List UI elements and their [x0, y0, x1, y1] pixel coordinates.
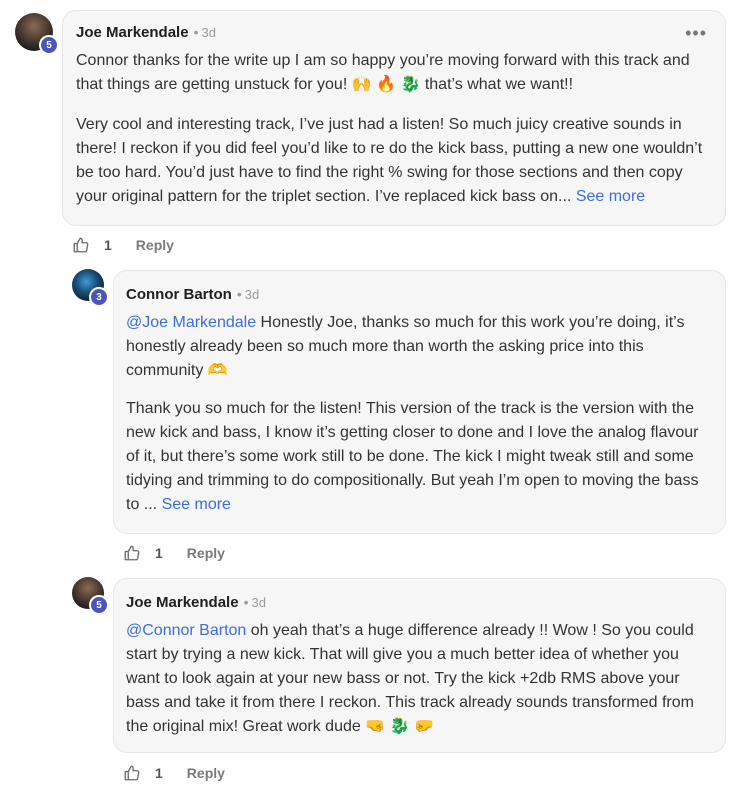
comment-bubble: Joe Markendale • 3d ••• Connor thanks fo… — [62, 10, 726, 226]
comment-bubble: Connor Barton • 3d @Joe Markendale Hones… — [113, 270, 726, 534]
comment-bubble: Joe Markendale • 3d @Connor Barton oh ye… — [113, 578, 726, 753]
level-badge: 5 — [89, 595, 109, 615]
like-count: 1 — [155, 765, 163, 781]
author-name[interactable]: Connor Barton — [126, 286, 232, 303]
comment-text: @Joe Markendale Honestly Joe, thanks so … — [126, 311, 701, 383]
like-count: 1 — [104, 237, 112, 253]
thumbs-up-icon[interactable] — [123, 544, 141, 562]
reply-button[interactable]: Reply — [187, 765, 225, 781]
mention-link[interactable]: @Joe Markendale — [126, 314, 256, 331]
comment-text: @Connor Barton oh yeah that’s a huge dif… — [126, 619, 706, 739]
timestamp[interactable]: 3d — [201, 25, 215, 40]
more-options-icon[interactable]: ••• — [685, 23, 707, 44]
see-more-link[interactable]: See more — [162, 496, 231, 513]
author-name[interactable]: Joe Markendale — [76, 24, 189, 41]
reply-button[interactable]: Reply — [136, 237, 174, 253]
reply-button[interactable]: Reply — [187, 545, 225, 561]
separator-dot: • — [236, 286, 242, 302]
comment-text: Connor thanks for the write up I am so h… — [76, 52, 690, 93]
comment-actions: 1 Reply — [123, 764, 225, 782]
mention-link[interactable]: @Connor Barton — [126, 622, 246, 639]
separator-dot: • — [193, 24, 199, 40]
timestamp[interactable]: 3d — [245, 287, 259, 302]
level-badge: 3 — [89, 287, 109, 307]
comment-header: Connor Barton • 3d — [126, 286, 259, 303]
comment-header: Joe Markendale • 3d — [76, 24, 216, 41]
author-name[interactable]: Joe Markendale — [126, 594, 239, 611]
timestamp[interactable]: 3d — [251, 595, 265, 610]
separator-dot: • — [243, 594, 249, 610]
thumbs-up-icon[interactable] — [72, 236, 90, 254]
level-badge: 5 — [39, 35, 59, 55]
comment-header: Joe Markendale • 3d — [126, 594, 266, 611]
see-more-link[interactable]: See more — [576, 188, 645, 205]
comment-actions: 1 Reply — [72, 236, 174, 254]
like-count: 1 — [155, 545, 163, 561]
comment-actions: 1 Reply — [123, 544, 225, 562]
comment-text: Thank you so much for the listen! This v… — [126, 397, 711, 517]
thumbs-up-icon[interactable] — [123, 764, 141, 782]
comment-text: Very cool and interesting track, I’ve ju… — [76, 113, 716, 209]
